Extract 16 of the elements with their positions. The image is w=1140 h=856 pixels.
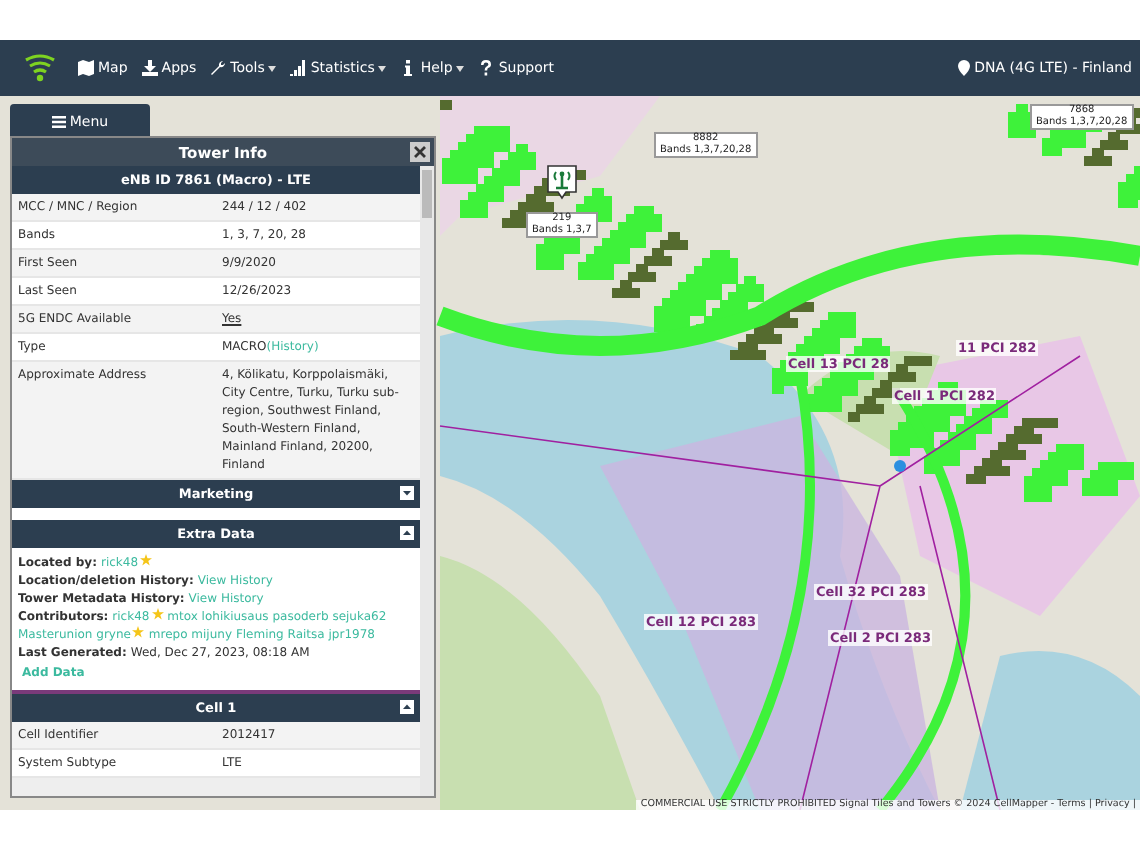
caret-icon (268, 65, 277, 71)
close-button[interactable] (410, 142, 430, 162)
bar-chart-icon (290, 60, 307, 76)
menu-icon (51, 116, 66, 128)
location-dot-icon (894, 460, 906, 472)
caret-icon (378, 65, 387, 71)
map-icon (78, 60, 94, 76)
help-icon (478, 60, 495, 76)
signal-logo-icon[interactable] (24, 54, 56, 82)
download-icon (141, 60, 158, 76)
close-icon (414, 146, 426, 158)
wrench-icon (210, 60, 227, 76)
scrollbar[interactable] (420, 166, 434, 796)
location-pin-icon (958, 60, 971, 76)
caret-icon (456, 65, 465, 71)
info-icon (400, 60, 417, 76)
